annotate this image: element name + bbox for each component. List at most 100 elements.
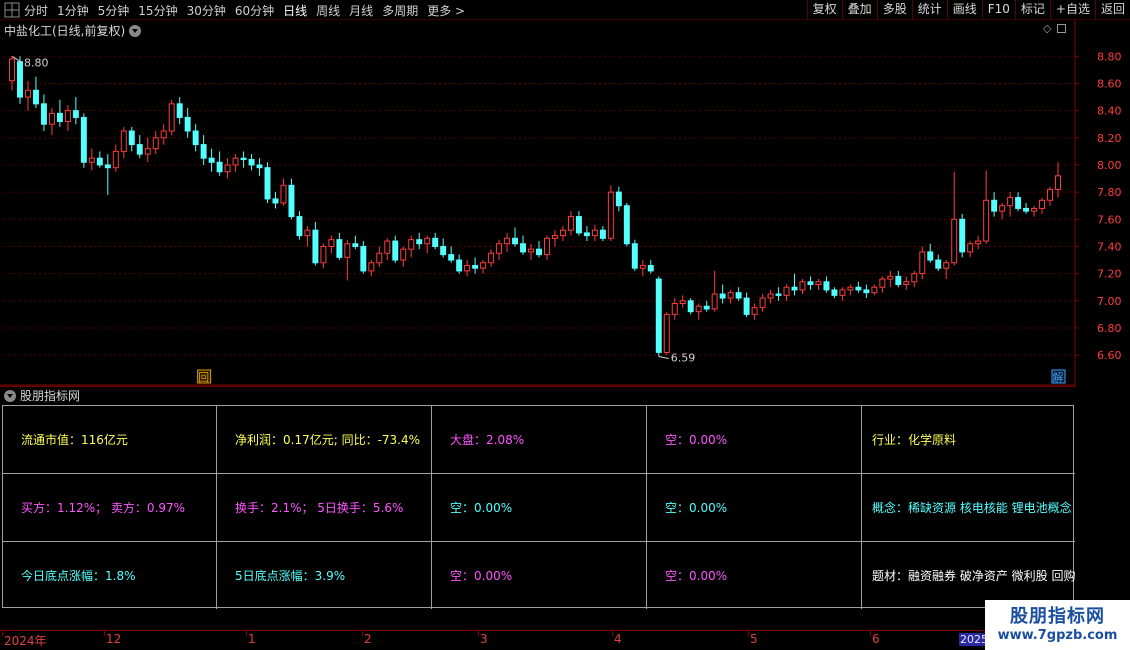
x-tick-mark	[612, 631, 613, 636]
candle-body	[911, 273, 918, 283]
candle-body	[951, 218, 958, 264]
y-tick-label: 7.80	[1097, 186, 1122, 199]
x-tick-label: 3	[480, 632, 488, 646]
candle-body	[759, 297, 766, 309]
indicator-cell: 换手：2.1%； 5日换手：5.6%	[217, 474, 432, 542]
candle-body	[959, 218, 966, 253]
candle-body	[232, 157, 239, 166]
candle-body	[368, 262, 375, 272]
candle-body	[264, 167, 271, 200]
candle-body	[703, 305, 710, 310]
candle-body	[815, 281, 822, 285]
candle-body	[767, 293, 774, 299]
candle-body	[352, 243, 359, 247]
diamond-icon[interactable]: ◇	[1043, 22, 1051, 35]
indicator-cell: 题材：融资融券 破净资产 微利股 回购	[872, 569, 1075, 583]
add-watchlist-button[interactable]: +自选	[1049, 0, 1095, 20]
candle-body	[583, 232, 590, 237]
tab-60min[interactable]: 60分钟	[235, 2, 274, 19]
tab-more[interactable]: 更多 >	[427, 2, 465, 19]
tab-multi-period[interactable]: 多周期	[382, 2, 418, 19]
candle-body	[775, 293, 782, 296]
candle-body	[96, 157, 103, 166]
candle-body	[551, 235, 558, 239]
tab-1min[interactable]: 1分钟	[57, 2, 89, 19]
candle-body	[296, 216, 303, 237]
watermark-title: 股朋指标网	[1010, 606, 1105, 627]
mark-button[interactable]: 标记	[1014, 0, 1050, 20]
candle-body	[416, 239, 423, 245]
candle-body	[88, 157, 95, 163]
indicator-cell: 净利润：0.17亿元; 同比：-73.4%	[217, 406, 432, 474]
candle-body	[536, 248, 542, 256]
indicator-cell: 今日底点涨幅：1.8%	[3, 542, 217, 609]
tab-15min[interactable]: 15分钟	[138, 2, 177, 19]
candle-body	[727, 292, 734, 299]
tab-weekly[interactable]: 周线	[316, 2, 340, 19]
candle-body	[104, 164, 111, 169]
y-tick-label: 7.00	[1097, 295, 1122, 308]
candle-body	[464, 264, 471, 272]
overlay-button[interactable]: 叠加	[841, 0, 877, 20]
candle-body	[256, 164, 263, 169]
candle-body	[839, 289, 846, 296]
x-tick-label: 12	[106, 632, 122, 646]
candle-body	[855, 286, 862, 291]
candle-body	[743, 297, 750, 315]
draw-line-button[interactable]: 画线	[946, 0, 982, 20]
back-button[interactable]: 返回	[1094, 0, 1130, 20]
candle-body	[791, 286, 798, 291]
candle-body	[472, 264, 479, 269]
candle-body	[208, 157, 215, 163]
candle-body	[544, 237, 550, 256]
candle-body	[456, 259, 463, 272]
watermark-logo: 股朋指标网 www.7gpzb.com	[985, 600, 1130, 650]
tab-intraday[interactable]: 分时	[24, 2, 48, 19]
candle-body	[935, 259, 942, 269]
candle-body	[823, 281, 830, 291]
candle-body	[999, 205, 1006, 212]
y-tick-label: 7.60	[1097, 213, 1122, 226]
x-tick-label: 5	[750, 632, 758, 646]
candle-body	[408, 239, 415, 250]
y-tick-label: 8.80	[1097, 50, 1122, 63]
candle-body	[903, 281, 910, 285]
maximize-icon[interactable]	[1057, 24, 1067, 33]
tab-daily[interactable]: 日线	[283, 2, 307, 19]
toolbar-actions: 复权 叠加 多股 统计 画线 F10 标记 +自选 返回	[806, 0, 1130, 20]
indicator-cell: 空：0.00%	[647, 474, 862, 542]
high-label: 8.80	[24, 56, 49, 69]
candle-body	[895, 275, 902, 286]
event-marker: 回	[198, 371, 209, 384]
candle-body	[655, 278, 662, 353]
grid-icon[interactable]	[4, 2, 20, 18]
indicator-cell: 概念：稀缺资源 核电核能 锂电池概念	[862, 474, 1075, 542]
y-tick-label: 7.40	[1097, 240, 1122, 253]
candle-body	[863, 289, 870, 294]
candlestick-chart[interactable]: 8.80 8.60 8.40 8.20 8.00 7.80 7.60 7.40 7.20 7.00…	[0, 20, 1130, 386]
candle-body	[1055, 175, 1061, 190]
candle-body	[919, 251, 926, 275]
chevron-down-icon[interactable]	[129, 24, 142, 37]
statistics-button[interactable]: 统计	[911, 0, 947, 20]
multi-stock-button[interactable]: 多股	[876, 0, 912, 20]
x-tick-mark	[870, 631, 871, 636]
candle-body	[384, 240, 391, 254]
candle-body	[72, 110, 79, 118]
candle-body	[392, 240, 399, 261]
candle-body	[631, 243, 638, 269]
f10-button[interactable]: F10	[981, 0, 1015, 20]
chevron-down-icon[interactable]	[4, 389, 16, 402]
candle-body	[807, 281, 814, 285]
candle-body	[120, 130, 127, 152]
candle-body	[1031, 207, 1038, 212]
tab-30min[interactable]: 30分钟	[187, 2, 226, 19]
date-axis: 2024年 12 1 2 3 4 5 6 2025	[0, 630, 1075, 650]
tab-5min[interactable]: 5分钟	[98, 2, 130, 19]
candle-body	[128, 130, 135, 146]
candle-body	[671, 303, 678, 315]
candle-body	[799, 281, 806, 291]
adjust-button[interactable]: 复权	[806, 0, 842, 20]
tab-monthly[interactable]: 月线	[349, 2, 373, 19]
candle-body	[591, 229, 598, 237]
